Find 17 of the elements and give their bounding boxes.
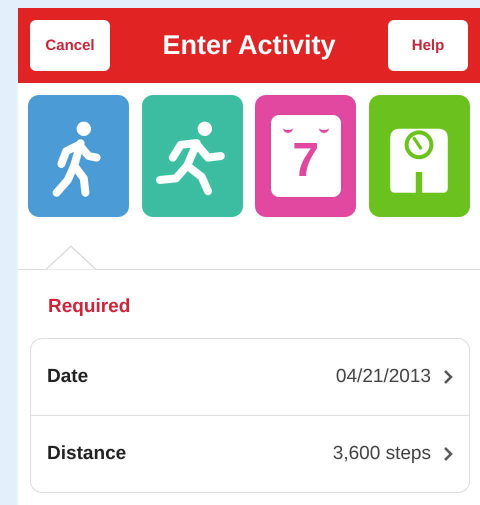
scale-activity-tile[interactable] [368, 95, 470, 217]
field-label: Distance [47, 443, 128, 465]
chevron-icon [443, 369, 453, 385]
form-row[interactable]: Distance 3,600 steps [31, 415, 469, 492]
run-activity-tile[interactable] [142, 95, 243, 217]
help-button[interactable]: Help [388, 20, 468, 71]
calendar-activity-tile[interactable]: 7 [255, 95, 356, 217]
screen-title: Enter Activity [162, 30, 336, 61]
cancel-button[interactable]: Cancel [30, 20, 110, 71]
form-row[interactable]: Date 04/21/2013 [31, 339, 469, 415]
field-value: 04/21/2013 [336, 366, 431, 388]
calendar-icon: 7 [270, 115, 341, 197]
section-heading: Required [47, 295, 132, 318]
walk-activity-tile[interactable] [28, 95, 130, 217]
chevron-icon [443, 446, 453, 462]
field-value: 3,600 steps [332, 443, 431, 465]
field-label: Date [47, 366, 90, 388]
